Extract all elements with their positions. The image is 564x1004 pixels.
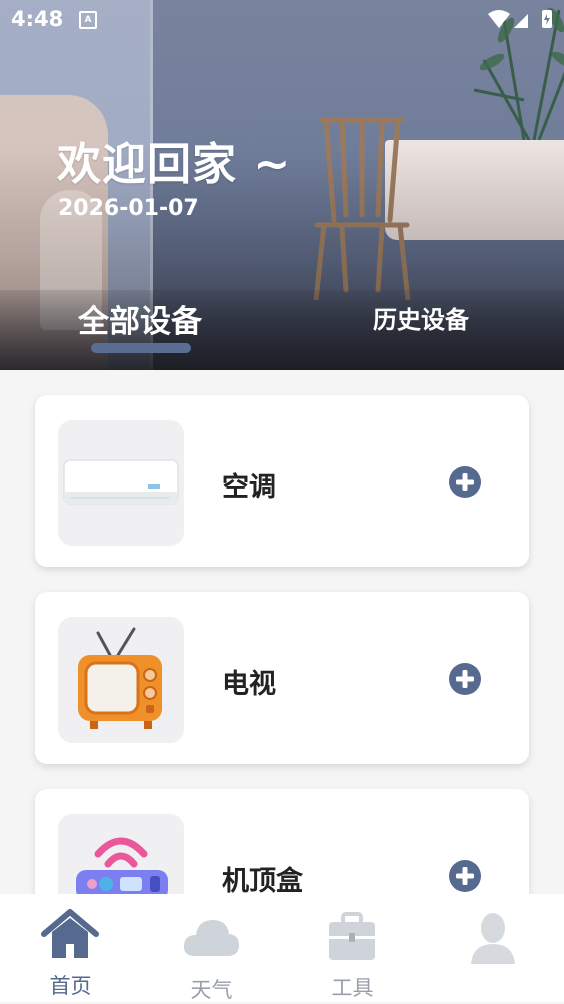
- add-icon[interactable]: [448, 859, 482, 893]
- nav-home[interactable]: 首页: [0, 894, 141, 1002]
- nav-tools[interactable]: 工具: [282, 894, 423, 1002]
- air-conditioner-image: [58, 420, 184, 546]
- home-icon: [41, 909, 99, 958]
- device-name: 空调: [222, 472, 276, 503]
- nav-weather[interactable]: 天气: [141, 894, 282, 1002]
- wifi-icon: [488, 10, 510, 28]
- user-icon: [471, 913, 515, 964]
- status-bar: 4:48 A: [0, 0, 564, 38]
- notification-icon: A: [79, 11, 97, 29]
- device-name: 电视: [222, 669, 276, 700]
- tab-all-devices[interactable]: 全部设备: [78, 296, 202, 341]
- toolbox-icon: [329, 912, 375, 960]
- nav-home-label: 首页: [49, 974, 92, 998]
- nav-tools-label: 工具: [331, 976, 374, 1000]
- device-name: 机顶盒: [222, 866, 303, 894]
- set-top-box-image: [58, 814, 184, 894]
- signal-icon: [514, 14, 528, 28]
- status-icons: [488, 10, 552, 28]
- cloud-icon: [183, 920, 239, 956]
- tab-history-devices[interactable]: 历史设备: [373, 300, 469, 335]
- nav-weather-label: 天气: [190, 978, 233, 1002]
- device-list[interactable]: 空调 电视 机顶盒: [0, 370, 564, 894]
- device-card-set-top-box[interactable]: 机顶盒: [35, 789, 529, 894]
- welcome-title: 欢迎回家 ~: [57, 139, 292, 190]
- add-icon[interactable]: [448, 465, 482, 499]
- active-tab-indicator: [91, 343, 191, 353]
- status-time: 4:48: [11, 7, 64, 31]
- device-card-air-conditioner[interactable]: 空调: [35, 395, 529, 567]
- add-icon[interactable]: [448, 662, 482, 696]
- nav-profile[interactable]: [423, 894, 564, 1002]
- bottom-nav: 首页 天气 工具: [0, 894, 564, 1002]
- tv-image: [58, 617, 184, 743]
- device-card-tv[interactable]: 电视: [35, 592, 529, 764]
- current-date: 2026-01-07: [58, 196, 199, 221]
